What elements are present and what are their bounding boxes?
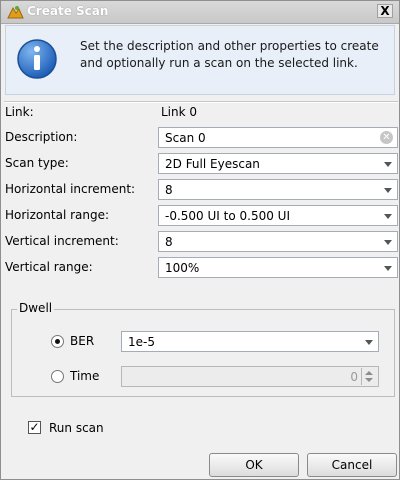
vertical-range-value: 100% [165,261,200,275]
ber-select[interactable]: 1e-5 [121,331,379,352]
scan-type-select[interactable]: 2D Full Eyescan [158,153,398,174]
chevron-down-icon [384,266,392,271]
chevron-down-icon [384,188,392,193]
divider [4,101,398,103]
horizontal-range-select[interactable]: -0.500 UI to 0.500 UI [158,205,398,226]
vertical-increment-value: 8 [165,235,173,249]
run-scan-label[interactable]: Run scan [49,421,104,435]
chevron-down-icon [365,340,373,345]
info-banner: Set the description and other properties… [5,25,395,95]
dialog-title: Create Scan [27,4,109,18]
ok-button[interactable]: OK [209,453,299,477]
horizontal-increment-value: 8 [165,183,173,197]
time-label[interactable]: Time [70,369,99,383]
scan-type-label: Scan type: [5,156,69,170]
clear-icon[interactable]: ✕ [380,131,393,144]
dwell-group-title: Dwell [17,301,55,315]
chevron-down-icon [384,240,392,245]
ber-radio[interactable] [51,335,64,348]
link-value: Link 0 [161,105,198,119]
vertical-range-select[interactable]: 100% [158,257,398,278]
chevron-down-icon [384,162,392,167]
run-scan-checkbox[interactable]: ✓ [28,421,41,434]
description-label: Description: [5,130,78,144]
spinner-arrows-icon [361,368,377,385]
info-icon [17,39,57,79]
description-input[interactable]: Scan 0 ✕ [158,127,398,148]
create-scan-dialog: Create Scan X Set the description and ot… [0,0,400,480]
horizontal-increment-label: Horizontal increment: [5,182,136,196]
banner-text: Set the description and other properties… [80,39,379,70]
close-button[interactable]: X [377,4,393,18]
ber-label[interactable]: BER [70,334,94,348]
description-value: Scan 0 [165,131,206,145]
horizontal-increment-select[interactable]: 8 [158,179,398,200]
cancel-button[interactable]: Cancel [307,453,397,477]
title-bar: Create Scan X [1,1,399,24]
link-label: Link: [5,105,34,119]
ber-value: 1e-5 [128,335,155,349]
time-spinbox: 0 [121,366,379,387]
vertical-increment-select[interactable]: 8 [158,231,398,252]
app-icon [7,6,24,19]
chevron-down-icon [384,214,392,219]
vertical-increment-label: Vertical increment: [5,234,119,248]
scan-type-value: 2D Full Eyescan [165,157,260,171]
horizontal-range-label: Horizontal range: [5,208,110,222]
time-value: 0 [350,370,358,384]
time-radio[interactable] [51,370,64,383]
vertical-range-label: Vertical range: [5,260,93,274]
horizontal-range-value: -0.500 UI to 0.500 UI [165,209,290,223]
